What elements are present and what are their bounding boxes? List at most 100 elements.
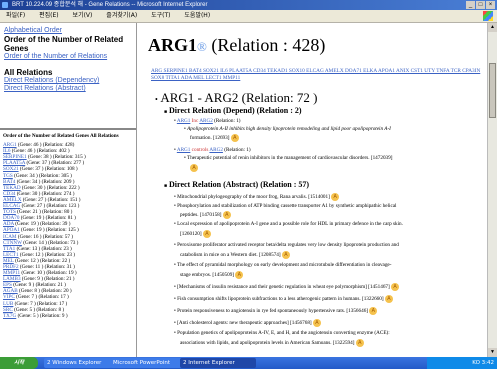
close-button[interactable]: × bbox=[486, 1, 495, 9]
heading-all-relations: All Relations bbox=[4, 68, 53, 77]
gene-link[interactable]: MEL bbox=[3, 258, 14, 264]
gene-link[interactable]: SOX21 bbox=[3, 166, 19, 172]
abstract-item: • Population genetics of apolipoproteins… bbox=[174, 330, 390, 336]
dependency-heading: ■ Direct Relation (Depend) (Relation : 2… bbox=[164, 106, 302, 115]
bullet-icon: ■ bbox=[164, 184, 168, 189]
abstract-badge-icon[interactable]: A bbox=[222, 211, 231, 219]
abstract-badge-icon[interactable]: A bbox=[235, 271, 244, 279]
gene-link[interactable]: TX7G bbox=[3, 313, 16, 319]
abstract-item-cont: stage embryos. [1450509] A bbox=[180, 271, 244, 279]
gene-list: Order of the Number of Related Genes All… bbox=[3, 133, 131, 319]
related-gene-links[interactable]: ARG SERPINE1 BAT4 SOX21 IL6 PLAAT5A CD34… bbox=[151, 68, 481, 82]
menu-file[interactable]: 파일(F) bbox=[6, 12, 25, 19]
vertical-scrollbar[interactable]: ▲ ▼ bbox=[487, 23, 497, 357]
abstract-badge-icon[interactable]: A bbox=[312, 319, 321, 327]
bullet-icon: • bbox=[155, 95, 158, 104]
link-direct-abstract[interactable]: Direct Relations (Abstract) bbox=[4, 85, 132, 93]
menu-favorites[interactable]: 즐겨찾기(A) bbox=[106, 12, 137, 19]
abstract-item: • Local expression of apolipoprotein A-I… bbox=[174, 221, 403, 227]
dependency-abstract-cont: formation. [12693] A bbox=[190, 134, 239, 142]
bullet-icon: ■ bbox=[164, 110, 168, 115]
dependency-abstract: • Therapeutic potential of renin inhibit… bbox=[184, 155, 393, 161]
gene-link[interactable]: TEKAD bbox=[3, 185, 21, 191]
ie-icon bbox=[2, 2, 8, 8]
task-internet-explorer[interactable]: 2 Internet Explorer bbox=[180, 358, 256, 368]
abstract-badge-icon[interactable]: A bbox=[230, 134, 239, 142]
abstract-item: • Peroxisome proliferator activated rece… bbox=[174, 242, 399, 248]
gene-link[interactable]: LECT1 bbox=[3, 252, 19, 258]
menu-bar: 파일(F) 편집(E) 보기(V) 즐겨찾기(A) 도구(T) 도움말(H) bbox=[0, 10, 497, 23]
gene-link[interactable]: BAT4 bbox=[3, 179, 15, 185]
menu-tools[interactable]: 도구(T) bbox=[151, 12, 170, 19]
abstract-item: • Mitochondrial phylogeography of the mo… bbox=[174, 193, 340, 201]
gene-link[interactable]: SRC bbox=[3, 307, 13, 313]
gene-link[interactable]: ARG1 bbox=[177, 118, 191, 124]
scroll-down-icon[interactable]: ▼ bbox=[488, 348, 497, 357]
gene-link[interactable]: VIPC bbox=[3, 294, 15, 300]
left-frame: Alphabetical Order Order of the Number o… bbox=[0, 23, 137, 357]
start-button[interactable]: 시작 bbox=[0, 357, 38, 369]
maximize-button[interactable]: □ bbox=[476, 1, 485, 9]
gene-link[interactable]: APOA1 bbox=[3, 227, 20, 233]
scroll-thumb[interactable] bbox=[489, 63, 496, 118]
abstract-item: • Fish consumption shifts lipoprotein su… bbox=[174, 295, 393, 303]
registered-icon: ® bbox=[197, 39, 207, 54]
frame-divider bbox=[0, 128, 136, 130]
title-relation-count: (Relation : 428) bbox=[206, 35, 326, 55]
menu-view[interactable]: 보기(V) bbox=[73, 12, 93, 19]
abstract-badge-icon[interactable]: A bbox=[369, 307, 378, 315]
heading-order-related-genes: Order of the Number of Related Genes bbox=[4, 35, 124, 53]
abstract-item: • Phosphorylation and stabilization of A… bbox=[174, 203, 397, 209]
abstract-heading: ■ Direct Relation (Abstract) (Relation :… bbox=[164, 180, 310, 189]
window-controls: _ □ × bbox=[466, 1, 495, 9]
gene-link[interactable]: LUB bbox=[3, 301, 13, 307]
abstract-badge-icon[interactable]: A bbox=[391, 283, 400, 291]
abstract-item: • Protein responsiveness to angiotensin … bbox=[174, 307, 378, 315]
menu-help[interactable]: 도움말(H) bbox=[184, 12, 210, 19]
abstract-item-cont: peptides. [1470158] A bbox=[180, 211, 231, 219]
link-direct-dependency[interactable]: Direct Relations (Dependency) bbox=[4, 77, 132, 85]
abstract-badge-icon[interactable]: A bbox=[202, 230, 211, 238]
system-tray: KO 3:42 bbox=[427, 357, 497, 369]
menu-edit[interactable]: 편집(E) bbox=[39, 12, 59, 19]
window-title: BRT 10.224.09 종합분석 해 - Gene Relations --… bbox=[12, 2, 208, 8]
gene-link[interactable]: ARG1 bbox=[177, 147, 191, 153]
dependency-item: • ARG1 Inc ARG2 (Relation: 1) bbox=[174, 118, 241, 124]
relation-heading: • ARG1 - ARG2 (Relation: 72 ) bbox=[155, 90, 318, 105]
right-frame: ARG1® (Relation : 428) ARG SERPINE1 BAT4… bbox=[138, 23, 488, 357]
scroll-up-icon[interactable]: ▲ bbox=[488, 23, 497, 32]
page-title: ARG1® (Relation : 428) bbox=[148, 35, 325, 56]
title-gene: ARG1 bbox=[148, 35, 197, 55]
abstract-item-cont: [1260120] A bbox=[180, 230, 211, 238]
abstract-badge-icon[interactable]: A bbox=[355, 339, 364, 347]
abstract-badge-row: A bbox=[190, 164, 198, 172]
dependency-abstract: • Apolipoprotein A-II inhibits high dens… bbox=[184, 126, 391, 132]
task-powerpoint[interactable]: Microsoft PowerPoint bbox=[110, 358, 182, 368]
abstract-badge-icon[interactable]: A bbox=[331, 193, 340, 201]
minimize-button[interactable]: _ bbox=[466, 1, 475, 9]
gene-link[interactable]: TTA1 bbox=[3, 246, 15, 252]
abstract-item: • [Mechanisms of insulin resistance and … bbox=[174, 283, 400, 291]
dependency-item: • ARG1 controls ARG2 (Relation: 1) bbox=[174, 147, 251, 153]
windows-logo-icon bbox=[483, 11, 493, 21]
link-order-num-relations[interactable]: Order of the Number of Relations bbox=[4, 53, 132, 61]
link-alphabetical-order[interactable]: Alphabetical Order bbox=[4, 27, 132, 35]
gene-link[interactable]: CD34 bbox=[3, 191, 15, 197]
abstract-badge-icon[interactable]: A bbox=[281, 251, 290, 259]
browser-content: Alphabetical Order Order of the Number o… bbox=[0, 23, 497, 357]
abstract-item-cont: associations with lipids, and apolipopro… bbox=[180, 339, 364, 347]
taskbar: 시작 2 Windows Explorer Microsoft PowerPoi… bbox=[0, 357, 497, 369]
gene-link[interactable]: ICAM bbox=[3, 234, 17, 240]
task-windows-explorer[interactable]: 2 Windows Explorer bbox=[44, 358, 112, 368]
gene-link[interactable]: CTNNW bbox=[3, 240, 22, 246]
gene-list-heading: Order of the Number of Related Genes All… bbox=[3, 133, 119, 139]
gene-link[interactable]: ARG2 bbox=[199, 118, 213, 124]
list-item: TX7G (Gene: 5 ) (Relation: 9 ) bbox=[3, 312, 68, 319]
abstract-item: • [Anti cholesterol agents: new therapeu… bbox=[174, 319, 321, 327]
abstract-badge-icon[interactable]: A bbox=[384, 295, 393, 303]
abstract-item-cont: catabolism in mice on a Western diet. [1… bbox=[180, 251, 290, 259]
gene-link[interactable]: ARG2 bbox=[209, 147, 223, 153]
abstract-badge-icon[interactable]: A bbox=[190, 164, 198, 172]
window-titlebar[interactable]: BRT 10.224.09 종합분석 해 - Gene Relations --… bbox=[0, 0, 497, 10]
gene-link[interactable]: TGS bbox=[3, 173, 13, 179]
